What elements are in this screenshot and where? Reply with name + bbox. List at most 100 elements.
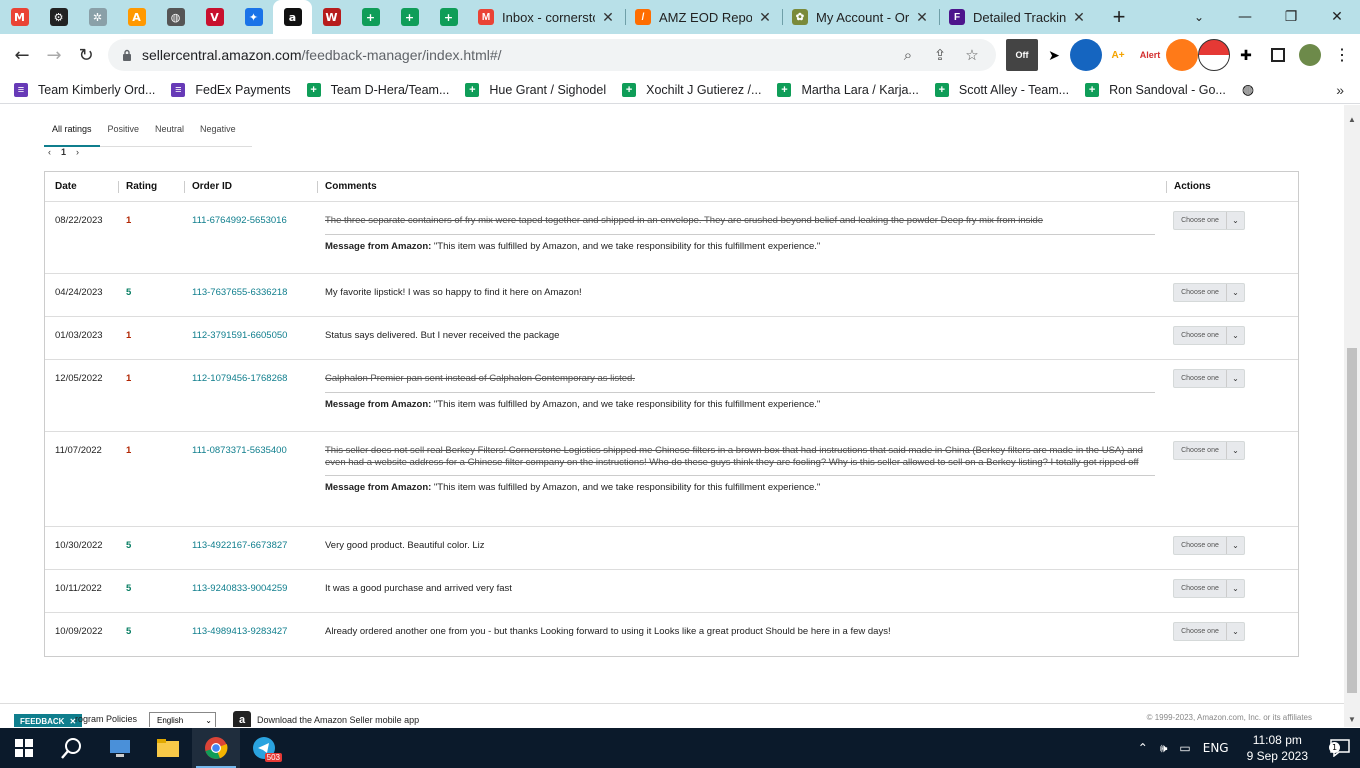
firefox-extension-icon[interactable] [1166, 39, 1198, 71]
bookmark-item[interactable]: + Xochilt J Gutierez /... [622, 76, 761, 104]
pinned-tab[interactable]: ⚙ [39, 0, 78, 34]
back-arrow-icon[interactable]: ← [6, 39, 38, 71]
action-dropdown[interactable]: Choose one ⌄ [1173, 622, 1245, 641]
pinned-tab[interactable]: + [390, 0, 429, 34]
filter-tab[interactable]: All ratings [44, 119, 100, 147]
prev-page-icon[interactable]: ‹ [48, 147, 51, 157]
header-order-id[interactable]: Order ID [183, 181, 232, 193]
action-dropdown[interactable]: Choose one ⌄ [1173, 579, 1245, 598]
bookmark-item[interactable]: ≡ Team Kimberly Ord... [14, 76, 155, 104]
volume-icon[interactable]: 🕪 [1160, 741, 1168, 756]
close-window-button[interactable]: ✕ [1314, 0, 1360, 34]
tab-search-icon[interactable]: ⌄ [1186, 0, 1212, 34]
pinned-tab[interactable]: V [195, 0, 234, 34]
bookmarks-more-icon[interactable]: » [1336, 76, 1344, 104]
reload-icon[interactable]: ↻ [70, 39, 102, 71]
scroll-thumb[interactable] [1347, 348, 1357, 693]
pinned-tab[interactable]: ✦ [234, 0, 273, 34]
close-tab-icon[interactable]: ✕ [915, 9, 929, 26]
bookmark-item[interactable]: + Martha Lara / Karja... [777, 76, 919, 104]
bookmark-globe[interactable]: ◍ [1242, 76, 1254, 104]
bookmark-item[interactable]: + Team D-Hera/Team... [306, 76, 449, 104]
bookmark-item[interactable]: + Scott Alley - Team... [934, 76, 1069, 104]
clock[interactable]: 11:08 pm 9 Sep 2023 [1247, 732, 1308, 764]
filter-tab[interactable]: Negative [192, 119, 244, 147]
order-id-link[interactable]: 112-1079456-1768268 [192, 373, 287, 384]
desktop-app-icon[interactable] [96, 728, 144, 768]
pinned-tab[interactable]: ✲ [78, 0, 117, 34]
feedback-button[interactable]: FEEDBACK ✕ [14, 714, 83, 727]
bookmark-star-icon[interactable]: ☆ [956, 46, 988, 64]
order-id-link[interactable]: 113-9240833-9004259 [192, 583, 287, 594]
alert-extension-icon[interactable]: Alert [1134, 39, 1166, 71]
action-dropdown[interactable]: Choose one ⌄ [1173, 326, 1245, 345]
order-id-link[interactable]: 113-7637655-6336218 [192, 287, 287, 298]
language-select[interactable]: English ⌄ [149, 712, 216, 727]
search-icon[interactable] [48, 728, 96, 768]
page-scrollbar[interactable]: ▲ ▼ [1344, 105, 1360, 727]
bookmark-item[interactable]: + Ron Sandoval - Go... [1085, 76, 1226, 104]
program-policies-link[interactable]: rogram Policies [75, 714, 137, 724]
order-id-link[interactable]: 111-6764992-5653016 [192, 215, 287, 226]
order-id-link[interactable]: 111-0873371-5635400 [192, 445, 287, 456]
start-button[interactable] [0, 728, 48, 768]
forward-arrow-icon[interactable]: → [38, 39, 70, 71]
header-date[interactable]: Date [55, 181, 77, 192]
browser-tab[interactable]: / AMZ EOD Report ✕ [625, 0, 782, 34]
action-dropdown[interactable]: Choose one ⌄ [1173, 536, 1245, 555]
menu-kebab-icon[interactable]: ⋮ [1326, 39, 1358, 71]
action-dropdown[interactable]: Choose one ⌄ [1173, 441, 1245, 460]
off-extension-icon[interactable]: Off [1006, 39, 1038, 71]
scout-extension-icon[interactable]: A+ [1102, 39, 1134, 71]
chevron-up-icon[interactable]: ⌃ [1138, 741, 1148, 755]
arrow-extension-icon[interactable]: ➤ [1038, 39, 1070, 71]
file-explorer-icon[interactable] [144, 728, 192, 768]
bookmark-item[interactable]: ≡ FedEx Payments [171, 76, 291, 104]
close-tab-icon[interactable]: ✕ [601, 9, 615, 26]
pinned-tab[interactable]: A [117, 0, 156, 34]
pinned-tab[interactable]: M [0, 0, 39, 34]
sidepanel-icon[interactable] [1262, 39, 1294, 71]
input-language[interactable]: ENG [1203, 741, 1229, 755]
browser-tab[interactable]: M Inbox - cornerstc ✕ [468, 0, 625, 34]
order-id-link[interactable]: 113-4989413-9283427 [192, 626, 287, 637]
action-dropdown[interactable]: Choose one ⌄ [1173, 283, 1245, 302]
new-tab-button[interactable]: + [1104, 4, 1134, 30]
chrome-icon[interactable] [192, 728, 240, 768]
pinned-tab[interactable]: + [429, 0, 468, 34]
pinned-tab[interactable]: + [351, 0, 390, 34]
puzzle-icon[interactable]: ✚ [1230, 39, 1262, 71]
pinned-tab[interactable]: ◍ [156, 0, 195, 34]
scroll-up-icon[interactable]: ▲ [1344, 111, 1360, 127]
filter-tab[interactable]: Neutral [147, 119, 192, 147]
address-bar[interactable]: sellercentral.amazon.com/feedback-manage… [108, 39, 996, 71]
notification-icon[interactable]: 1 [1320, 728, 1360, 768]
pinned-tab[interactable]: a [273, 0, 312, 34]
minimize-button[interactable]: — [1222, 0, 1268, 34]
avatar[interactable] [1294, 39, 1326, 71]
header-comments[interactable]: Comments [317, 181, 377, 193]
pinned-tab[interactable]: W [312, 0, 351, 34]
order-id-link[interactable]: 113-4922167-6673827 [192, 540, 287, 551]
action-dropdown[interactable]: Choose one ⌄ [1173, 211, 1245, 230]
scroll-down-icon[interactable]: ▼ [1344, 711, 1360, 727]
download-app-link[interactable]: a Download the Amazon Seller mobile app [233, 711, 419, 727]
close-tab-icon[interactable]: ✕ [1072, 9, 1086, 26]
share-icon[interactable]: ⇪ [924, 46, 956, 64]
browser-tab[interactable]: ✿ My Account - Or ✕ [782, 0, 939, 34]
action-dropdown[interactable]: Choose one ⌄ [1173, 369, 1245, 388]
filter-tab[interactable]: Positive [100, 119, 148, 147]
network-icon[interactable]: ▭ [1179, 741, 1190, 755]
bookmark-item[interactable]: + Hue Grant / Sighodel [465, 76, 606, 104]
header-rating[interactable]: Rating [117, 181, 157, 193]
next-page-icon[interactable]: › [76, 147, 79, 157]
zoom-icon[interactable]: ⌕ [892, 46, 924, 64]
order-id-link[interactable]: 112-3791591-6605050 [192, 330, 287, 341]
browser-tab[interactable]: F Detailed Tracking ✕ [939, 0, 1096, 34]
pokeball-extension-icon[interactable] [1198, 39, 1230, 71]
blue-extension-icon[interactable] [1070, 39, 1102, 71]
restore-button[interactable]: ❐ [1268, 0, 1314, 34]
close-tab-icon[interactable]: ✕ [758, 9, 772, 26]
telegram-icon[interactable]: 503 [240, 728, 288, 768]
lock-icon[interactable] [120, 48, 134, 62]
